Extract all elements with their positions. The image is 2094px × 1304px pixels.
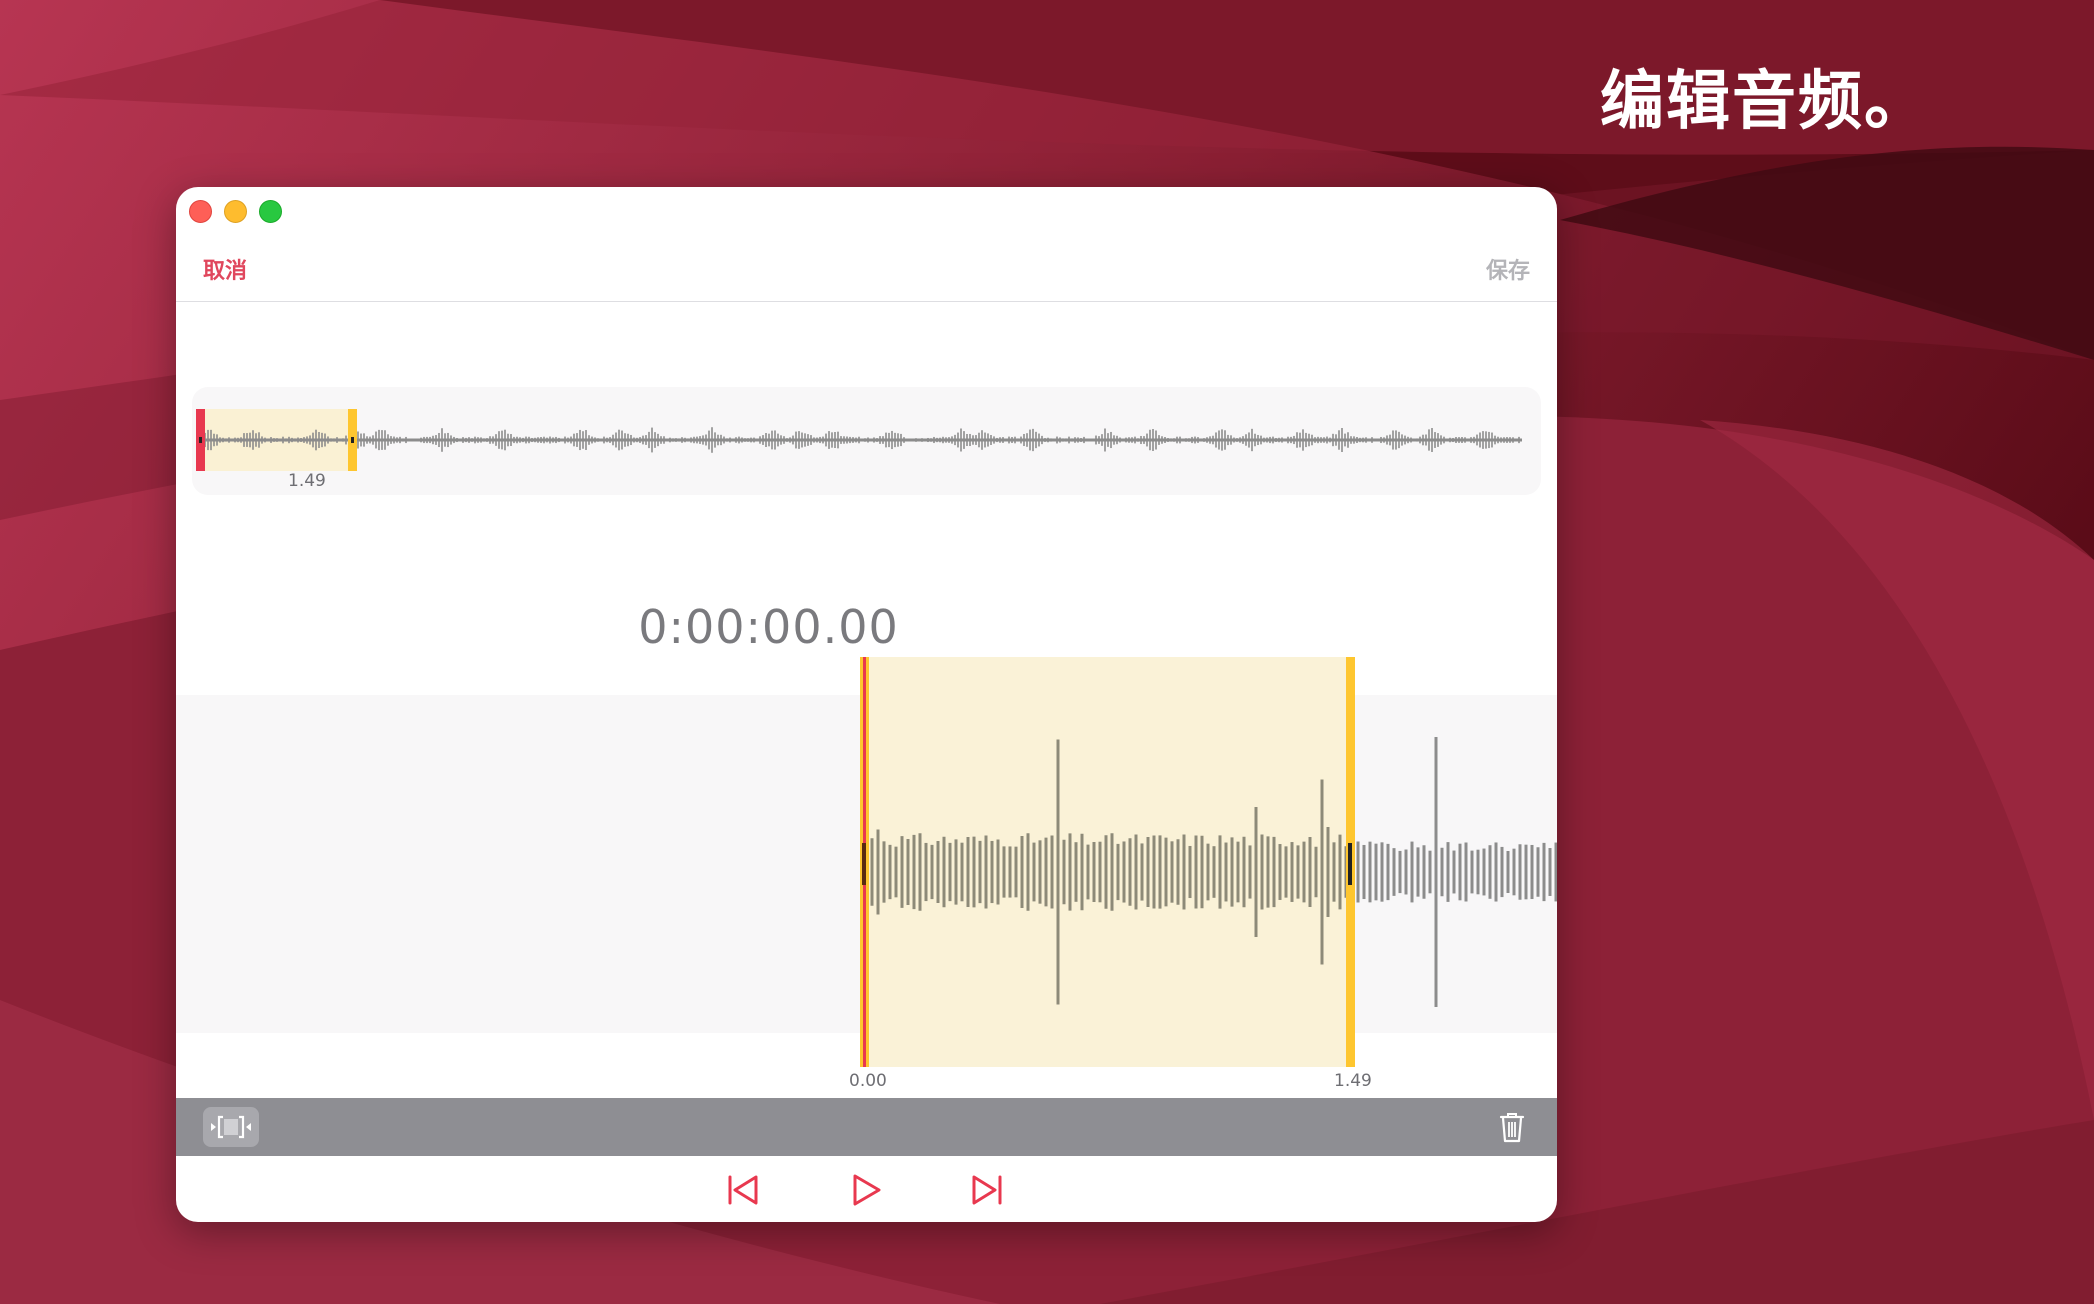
detail-end-label: 1.49 [1334,1071,1372,1091]
trash-icon [1499,1113,1525,1143]
skip-forward-icon [972,1175,1002,1205]
save-button[interactable]: 保存 [1486,253,1530,285]
overview-selection-duration: 1.49 [288,471,326,491]
overview-waveform-graphic [196,409,1522,471]
play-button[interactable] [844,1168,888,1212]
delete-button[interactable] [1495,1110,1529,1144]
cancel-button[interactable]: 取消 [203,253,247,285]
play-icon [853,1174,881,1206]
trim-icon [211,1115,251,1139]
skip-back-button[interactable] [721,1168,765,1212]
zoom-window-button[interactable] [259,200,282,223]
detail-start-marker [862,843,866,885]
transport-controls [176,1156,1557,1222]
voice-memos-window: 取消 保存 1.49 0:00:00.00 0.00 1.49 [176,187,1557,1222]
header-divider [176,301,1557,302]
overview-end-marker [351,437,354,443]
skip-back-icon [728,1175,758,1205]
detail-start-label: 0.00 [849,1071,887,1091]
minimize-window-button[interactable] [224,200,247,223]
detail-waveform[interactable] [176,657,1557,1067]
skip-forward-button[interactable] [965,1168,1009,1212]
timecode-display: 0:00:00.00 [176,600,1557,654]
trim-button[interactable] [203,1107,259,1147]
headline: 编辑音频。 [1600,65,1930,139]
edit-toolbar [176,1098,1557,1156]
overview-waveform[interactable] [192,387,1541,495]
detail-end-marker [1348,843,1352,885]
timecode-text: 0:00:00.00 [638,600,899,654]
close-window-button[interactable] [189,200,212,223]
overview-start-marker [199,437,202,443]
